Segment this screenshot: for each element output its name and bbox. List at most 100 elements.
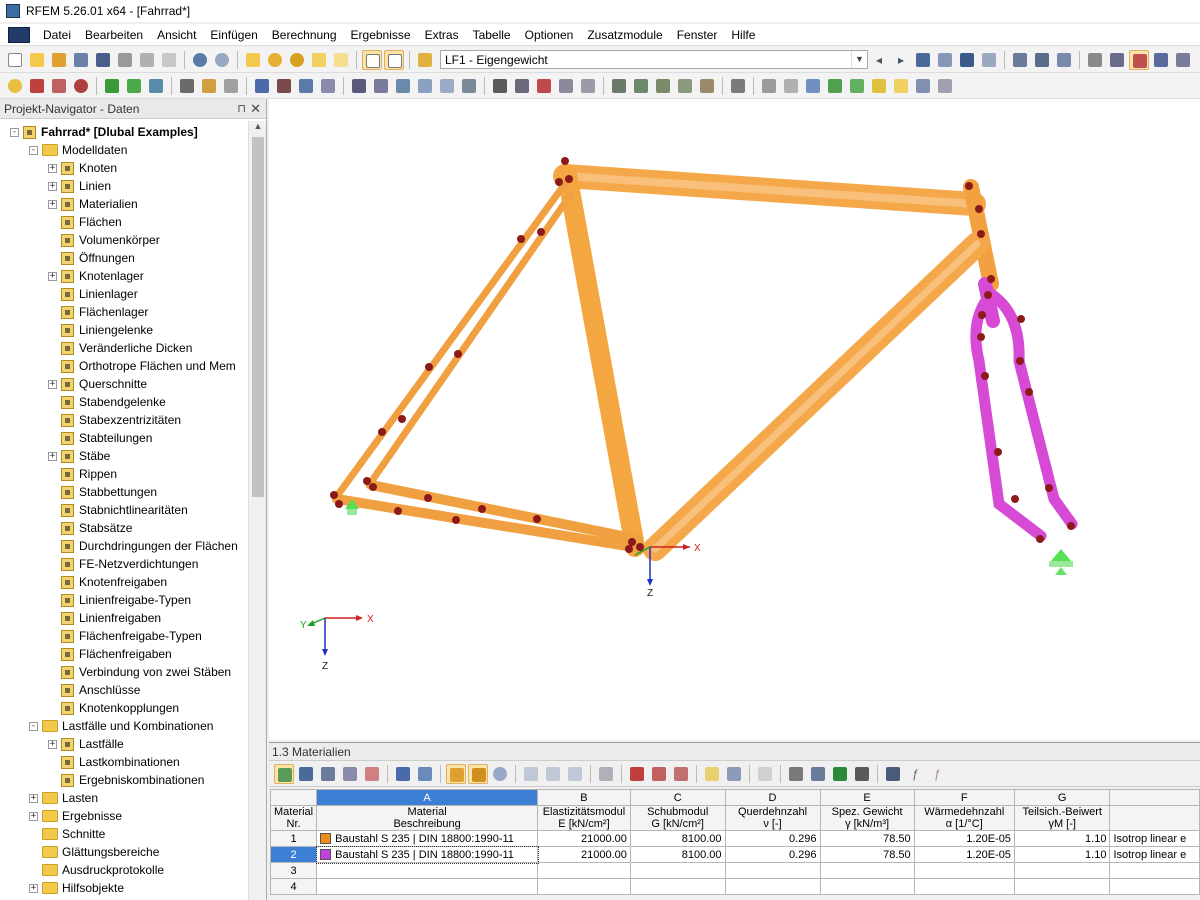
collapse-icon[interactable]: - bbox=[29, 145, 38, 155]
select-icon[interactable] bbox=[543, 764, 563, 784]
tree-bottom-3[interactable]: Glättungsbereiche bbox=[29, 843, 159, 861]
view-3d-icon[interactable] bbox=[578, 76, 598, 96]
model-cell[interactable]: Isotrop linear e bbox=[1109, 830, 1200, 847]
tree-item-29[interactable]: Anschlüsse bbox=[48, 681, 140, 699]
view-z-icon[interactable] bbox=[653, 76, 673, 96]
tree-item-20[interactable]: Stabsätze bbox=[48, 519, 132, 537]
tree-item-4[interactable]: Volumenkörper bbox=[48, 231, 160, 249]
material-description[interactable] bbox=[316, 862, 539, 879]
render-wire-icon[interactable] bbox=[803, 76, 823, 96]
document-menu-icon[interactable] bbox=[8, 26, 30, 43]
max-min-icon[interactable] bbox=[979, 50, 999, 70]
e-modulus-cell[interactable]: 21000.00 bbox=[537, 846, 631, 863]
tree-item-22[interactable]: FE-Netzverdichtungen bbox=[48, 555, 198, 573]
calculator-icon[interactable] bbox=[852, 764, 872, 784]
partial-factor-cell[interactable]: 1.10 bbox=[1013, 846, 1111, 863]
member-results-icon[interactable] bbox=[1054, 50, 1074, 70]
specific-weight-cell[interactable] bbox=[819, 862, 915, 879]
redo-icon[interactable] bbox=[212, 50, 232, 70]
tree-bottom-2[interactable]: Schnitte bbox=[29, 825, 105, 843]
copy-icon[interactable] bbox=[371, 76, 391, 96]
table-row[interactable]: 4 bbox=[269, 878, 1200, 895]
load-node-icon[interactable] bbox=[252, 76, 272, 96]
tree-item-8[interactable]: Flächenlager bbox=[48, 303, 148, 321]
zoom-previous-icon[interactable] bbox=[534, 76, 554, 96]
expand-icon[interactable]: + bbox=[48, 163, 57, 173]
isometric-icon[interactable] bbox=[556, 76, 576, 96]
animation-icon[interactable] bbox=[1010, 50, 1030, 70]
table-row[interactable]: 1 Baustahl S 235 | DIN 18800:1990-11 21000… bbox=[269, 830, 1200, 847]
pin-icon[interactable]: ⊓ bbox=[237, 102, 246, 115]
unselect-icon[interactable] bbox=[565, 764, 585, 784]
menu-ergebnisse[interactable]: Ergebnisse bbox=[344, 24, 418, 46]
table-toggle-icon[interactable] bbox=[362, 49, 382, 70]
view-all-icon[interactable] bbox=[490, 76, 510, 96]
tree-item-3[interactable]: Flächen bbox=[48, 213, 122, 231]
expand-icon[interactable]: + bbox=[48, 271, 57, 281]
cut-rows-icon[interactable] bbox=[627, 764, 647, 784]
graphic-icon[interactable] bbox=[755, 764, 775, 784]
edit-icon[interactable] bbox=[243, 50, 263, 70]
row-number[interactable]: 4 bbox=[269, 878, 318, 895]
dimension-icon[interactable] bbox=[71, 76, 91, 96]
expand-icon[interactable]: + bbox=[48, 739, 57, 749]
row-number[interactable]: 1 bbox=[269, 830, 318, 847]
next-table-icon[interactable] bbox=[415, 764, 435, 784]
menu-ansicht[interactable]: Ansicht bbox=[150, 24, 203, 46]
table-row[interactable]: 3 bbox=[269, 862, 1200, 879]
export-icon[interactable] bbox=[808, 764, 828, 784]
sync-icon[interactable] bbox=[468, 763, 488, 784]
snap-icon[interactable] bbox=[1107, 50, 1127, 70]
tree-item-30[interactable]: Knotenkopplungen bbox=[48, 699, 179, 717]
e-modulus-cell[interactable] bbox=[537, 862, 631, 879]
tree-item-18[interactable]: Stabbettungen bbox=[48, 483, 157, 501]
solid-icon[interactable] bbox=[146, 76, 166, 96]
col-letter-g[interactable]: G bbox=[1013, 789, 1111, 806]
tree-lk-item-0[interactable]: + Lastfälle bbox=[48, 735, 124, 753]
collapse-icon[interactable]: - bbox=[29, 721, 38, 731]
expand-icon[interactable]: + bbox=[29, 793, 38, 803]
poisson-cell[interactable]: 0.296 bbox=[724, 846, 821, 863]
result-values-icon[interactable] bbox=[913, 50, 933, 70]
insert-row-icon[interactable] bbox=[296, 764, 316, 784]
mirror-icon[interactable] bbox=[415, 76, 435, 96]
new-file-icon[interactable] bbox=[5, 50, 25, 70]
load-member-icon[interactable] bbox=[274, 76, 294, 96]
material-description[interactable] bbox=[316, 878, 539, 895]
print-icon[interactable] bbox=[115, 50, 135, 70]
section-icon[interactable] bbox=[1032, 50, 1052, 70]
partial-factor-cell[interactable]: 1.10 bbox=[1013, 830, 1111, 847]
scale-icon[interactable] bbox=[437, 76, 457, 96]
delete-icon[interactable] bbox=[596, 764, 616, 784]
tree-item-28[interactable]: Verbindung von zwei Stäben bbox=[48, 663, 231, 681]
cut-icon[interactable] bbox=[781, 76, 801, 96]
model-cell[interactable] bbox=[1109, 862, 1200, 879]
previous-icon[interactable]: ◂ bbox=[869, 50, 889, 70]
tree-item-16[interactable]: + Stäbe bbox=[48, 447, 110, 465]
undo-icon[interactable] bbox=[190, 50, 210, 70]
zoom-window-icon[interactable] bbox=[512, 76, 532, 96]
tree-modelldaten[interactable]: - Modelldaten bbox=[29, 141, 127, 159]
col-letter-f[interactable]: F bbox=[913, 789, 1015, 806]
results-icon[interactable] bbox=[287, 50, 307, 70]
menu-berechnung[interactable]: Berechnung bbox=[265, 24, 344, 46]
show-values-icon[interactable] bbox=[935, 50, 955, 70]
tree-item-10[interactable]: Veränderliche Dicken bbox=[48, 339, 192, 357]
filter-icon[interactable] bbox=[446, 763, 466, 784]
pan-icon[interactable] bbox=[1151, 50, 1171, 70]
line-icon[interactable] bbox=[27, 76, 47, 96]
thermal-cell[interactable] bbox=[913, 862, 1015, 879]
delete-row-icon[interactable] bbox=[318, 764, 338, 784]
model-cell[interactable] bbox=[1109, 878, 1200, 895]
tree-item-15[interactable]: Stabteilungen bbox=[48, 429, 152, 447]
view-y-icon[interactable] bbox=[631, 76, 651, 96]
tree-item-26[interactable]: Flächenfreigabe-Typen bbox=[48, 627, 202, 645]
load-solid-icon[interactable] bbox=[318, 76, 338, 96]
save-all-icon[interactable] bbox=[71, 50, 91, 70]
tree-item-1[interactable]: + Linien bbox=[48, 177, 111, 195]
chevron-down-icon[interactable]: ▼ bbox=[851, 51, 867, 68]
display-icon[interactable] bbox=[728, 76, 748, 96]
partial-factor-cell[interactable] bbox=[1013, 862, 1111, 879]
print-preview-icon[interactable] bbox=[137, 50, 157, 70]
parameters-icon[interactable] bbox=[883, 764, 903, 784]
